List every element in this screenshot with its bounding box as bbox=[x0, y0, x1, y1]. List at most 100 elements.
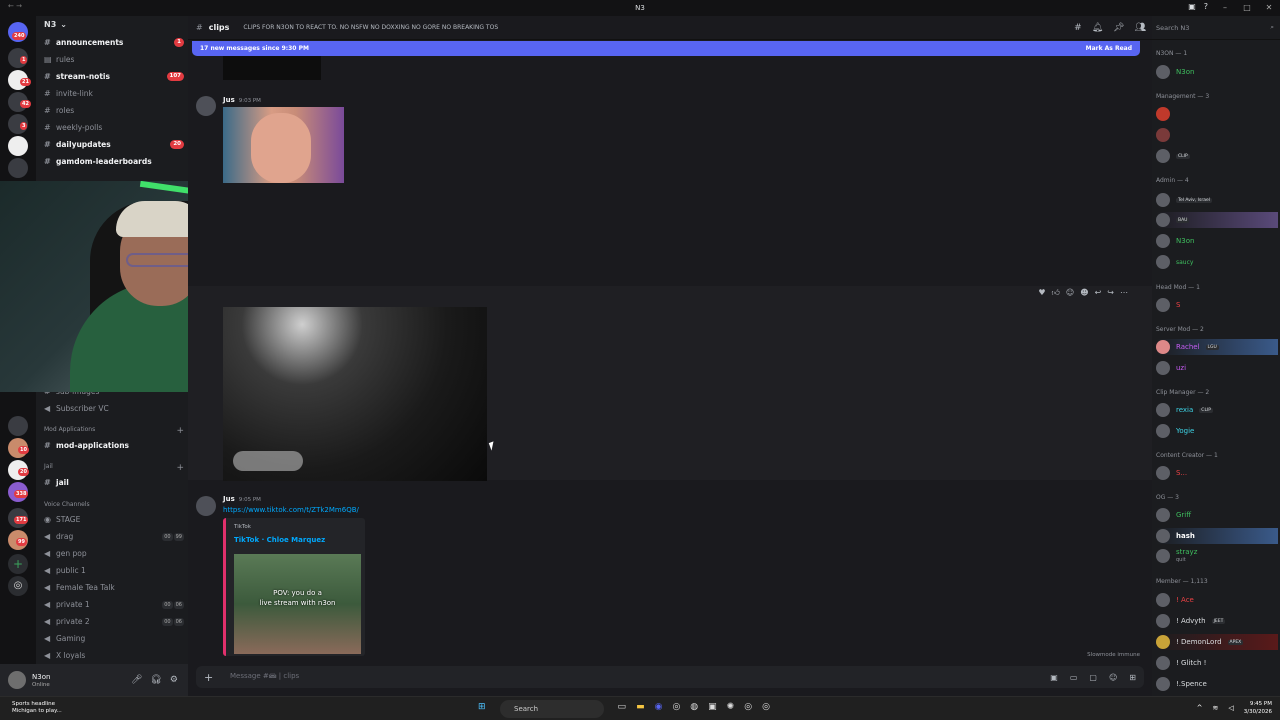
member[interactable]: CLIP bbox=[1156, 148, 1278, 164]
bell-icon[interactable]: 🔔︎ bbox=[1092, 23, 1103, 33]
clock[interactable]: 9:45 PM 3/30/2026 bbox=[1244, 700, 1272, 716]
voice-channel-female-tea-talk[interactable]: ◀ Female Tea Talk bbox=[44, 580, 184, 595]
server-icon[interactable] bbox=[8, 158, 28, 178]
message-input[interactable]: Message #📾 | clips bbox=[230, 672, 299, 683]
add-server-icon[interactable]: + bbox=[8, 554, 28, 574]
member[interactable] bbox=[1156, 127, 1278, 143]
channel-subscriber-vc[interactable]: ◀ Subscriber VC bbox=[44, 401, 184, 416]
member[interactable]: strayz quit bbox=[1156, 548, 1278, 564]
explore-icon[interactable]: ◎ bbox=[8, 576, 28, 596]
channel-topic[interactable]: CLIPS FOR N3ON TO REACT TO. NO NSFW NO D… bbox=[243, 24, 498, 31]
avatar[interactable] bbox=[196, 496, 216, 516]
gift-icon[interactable]: ▣ bbox=[1050, 673, 1058, 682]
back-forward-icon[interactable]: ← → bbox=[8, 2, 22, 10]
wifi-icon[interactable]: ≋ bbox=[1213, 704, 1219, 712]
channel-mod-applications[interactable]: # mod-applications bbox=[44, 438, 184, 453]
members-icon[interactable]: 👥︎ bbox=[1135, 23, 1146, 33]
channel-roles[interactable]: # roles bbox=[44, 103, 184, 118]
message-composer[interactable]: + Message #📾 | clips ▣ ▭ ▢ ☺ ⊞ bbox=[196, 666, 1144, 688]
member[interactable]: uzi bbox=[1156, 360, 1278, 376]
chrome-icon[interactable]: ◎ bbox=[744, 702, 752, 712]
member[interactable]: saucy bbox=[1156, 254, 1278, 270]
file-explorer-icon[interactable]: ▬ bbox=[636, 702, 645, 712]
windows-start-icon[interactable]: ⊞ bbox=[478, 702, 486, 712]
image-attachment[interactable] bbox=[223, 56, 321, 80]
channel-dailyupdates[interactable]: # dailyupdates 20 bbox=[44, 137, 184, 152]
voice-channel-x-loyals[interactable]: ◀ X loyals bbox=[44, 648, 184, 663]
emoji-icon[interactable]: ☺ bbox=[1109, 673, 1117, 682]
voice-channel-public-1[interactable]: ◀ public 1 bbox=[44, 563, 184, 578]
video-attachment[interactable] bbox=[223, 307, 487, 481]
more-icon[interactable]: ⋯ bbox=[1120, 288, 1128, 298]
steam-icon[interactable]: ◍ bbox=[690, 702, 698, 712]
author-name[interactable]: Jus bbox=[223, 96, 235, 104]
inbox-icon[interactable]: ▣ bbox=[1188, 2, 1196, 11]
avatar[interactable] bbox=[8, 671, 26, 689]
channel-invite-link[interactable]: # invite-link bbox=[44, 86, 184, 101]
member[interactable]: N3on bbox=[1156, 64, 1278, 80]
task-view-icon[interactable]: ▭ bbox=[618, 702, 627, 712]
voice-channel-drag[interactable]: ◀ drag 00 99 bbox=[44, 529, 184, 544]
member[interactable]: ! Ace bbox=[1156, 592, 1278, 608]
message-link[interactable]: https://www.tiktok.com/t/ZTk2Mm6QB/ bbox=[223, 506, 359, 514]
voice-channel-private-1[interactable]: ◀ private 1 00 06 bbox=[44, 597, 184, 612]
member[interactable]: !.Spence bbox=[1156, 676, 1278, 692]
embed-title[interactable]: TikTok · Chloe Marquez bbox=[234, 536, 325, 544]
discord-icon[interactable]: ◉ bbox=[655, 702, 663, 712]
chrome-icon[interactable]: ◎ bbox=[672, 702, 680, 712]
voice-channel-private-2[interactable]: ◀ private 2 00 06 bbox=[44, 614, 184, 629]
member[interactable]: S bbox=[1156, 297, 1278, 313]
reaction-icon[interactable]: ♥ bbox=[1038, 288, 1045, 298]
server-icon[interactable] bbox=[8, 136, 28, 156]
member[interactable]: Griff bbox=[1156, 507, 1278, 523]
microphone-icon[interactable]: 🎤︎ bbox=[131, 675, 142, 685]
avatar[interactable] bbox=[196, 96, 216, 116]
minimize-button[interactable]: – bbox=[1214, 0, 1236, 16]
thumbs-up-icon[interactable]: 👍︎ bbox=[1052, 288, 1060, 298]
server-icon[interactable] bbox=[8, 416, 28, 436]
reply-icon[interactable]: ↩ bbox=[1095, 288, 1102, 298]
pin-icon[interactable]: 📌︎ bbox=[1113, 23, 1124, 33]
voice-channel-gaming[interactable]: ◀ Gaming bbox=[44, 631, 184, 646]
member[interactable]: ! Glitch ! bbox=[1156, 655, 1278, 671]
member[interactable]: ! Advyth JEET bbox=[1156, 613, 1278, 629]
add-reaction-icon[interactable]: ☻ bbox=[1080, 288, 1088, 298]
channel-jail[interactable]: # jail bbox=[44, 475, 184, 490]
author-name[interactable]: Jus bbox=[223, 495, 235, 503]
member[interactable]: Rachel LGU bbox=[1156, 339, 1278, 355]
member[interactable]: Yogie bbox=[1156, 423, 1278, 439]
emoji-icon[interactable]: ☺ bbox=[1066, 288, 1074, 298]
member[interactable]: Tel Aviv, Israel bbox=[1156, 192, 1278, 208]
member[interactable]: N3on bbox=[1156, 233, 1278, 249]
close-button[interactable]: ✕ bbox=[1258, 0, 1280, 16]
channel-announcements[interactable]: # announcements 1 bbox=[44, 35, 184, 50]
channel-gamdom-leaderboards[interactable]: # gamdom-leaderboards bbox=[44, 154, 184, 169]
image-attachment[interactable] bbox=[223, 107, 344, 183]
apps-icon[interactable]: ⊞ bbox=[1129, 673, 1136, 682]
maximize-button[interactable]: □ bbox=[1236, 0, 1258, 16]
openai-icon[interactable]: ✺ bbox=[727, 702, 735, 712]
gif-icon[interactable]: ▭ bbox=[1070, 673, 1078, 682]
member[interactable]: ! DemonLord APEX bbox=[1156, 634, 1278, 650]
voice-channel-gen-pop[interactable]: ◀ gen pop bbox=[44, 546, 184, 561]
category-jail[interactable]: Jail + bbox=[44, 463, 184, 473]
server-header[interactable]: N3 ⌄ bbox=[44, 20, 67, 29]
voice-channel-stage[interactable]: ◉ STAGE bbox=[44, 512, 184, 527]
member[interactable] bbox=[1156, 106, 1278, 122]
news-widget[interactable]: Sports headline Michigan to play... bbox=[12, 701, 62, 715]
search-input[interactable]: Search N3 ⌕ bbox=[1152, 16, 1280, 40]
add-channel-icon[interactable]: + bbox=[176, 426, 184, 436]
member[interactable]: rexia CLIP bbox=[1156, 402, 1278, 418]
channel-rules[interactable]: ▤ rules bbox=[44, 52, 184, 67]
category-mod-applications[interactable]: Mod Applications + bbox=[44, 426, 184, 436]
channel-weekly-polls[interactable]: # weekly-polls bbox=[44, 120, 184, 135]
member[interactable]: S... bbox=[1156, 465, 1278, 481]
help-icon[interactable]: ? bbox=[1204, 2, 1208, 11]
add-channel-icon[interactable]: + bbox=[176, 463, 184, 473]
app-icon[interactable]: ▣ bbox=[708, 702, 717, 712]
member[interactable]: BAU bbox=[1156, 212, 1278, 228]
chevron-up-icon[interactable]: ^ bbox=[1197, 704, 1203, 712]
mark-as-read-button[interactable]: Mark As Read bbox=[1086, 45, 1132, 52]
chrome-icon[interactable]: ◎ bbox=[762, 702, 770, 712]
category-voice-channels[interactable]: Voice Channels bbox=[44, 501, 184, 508]
